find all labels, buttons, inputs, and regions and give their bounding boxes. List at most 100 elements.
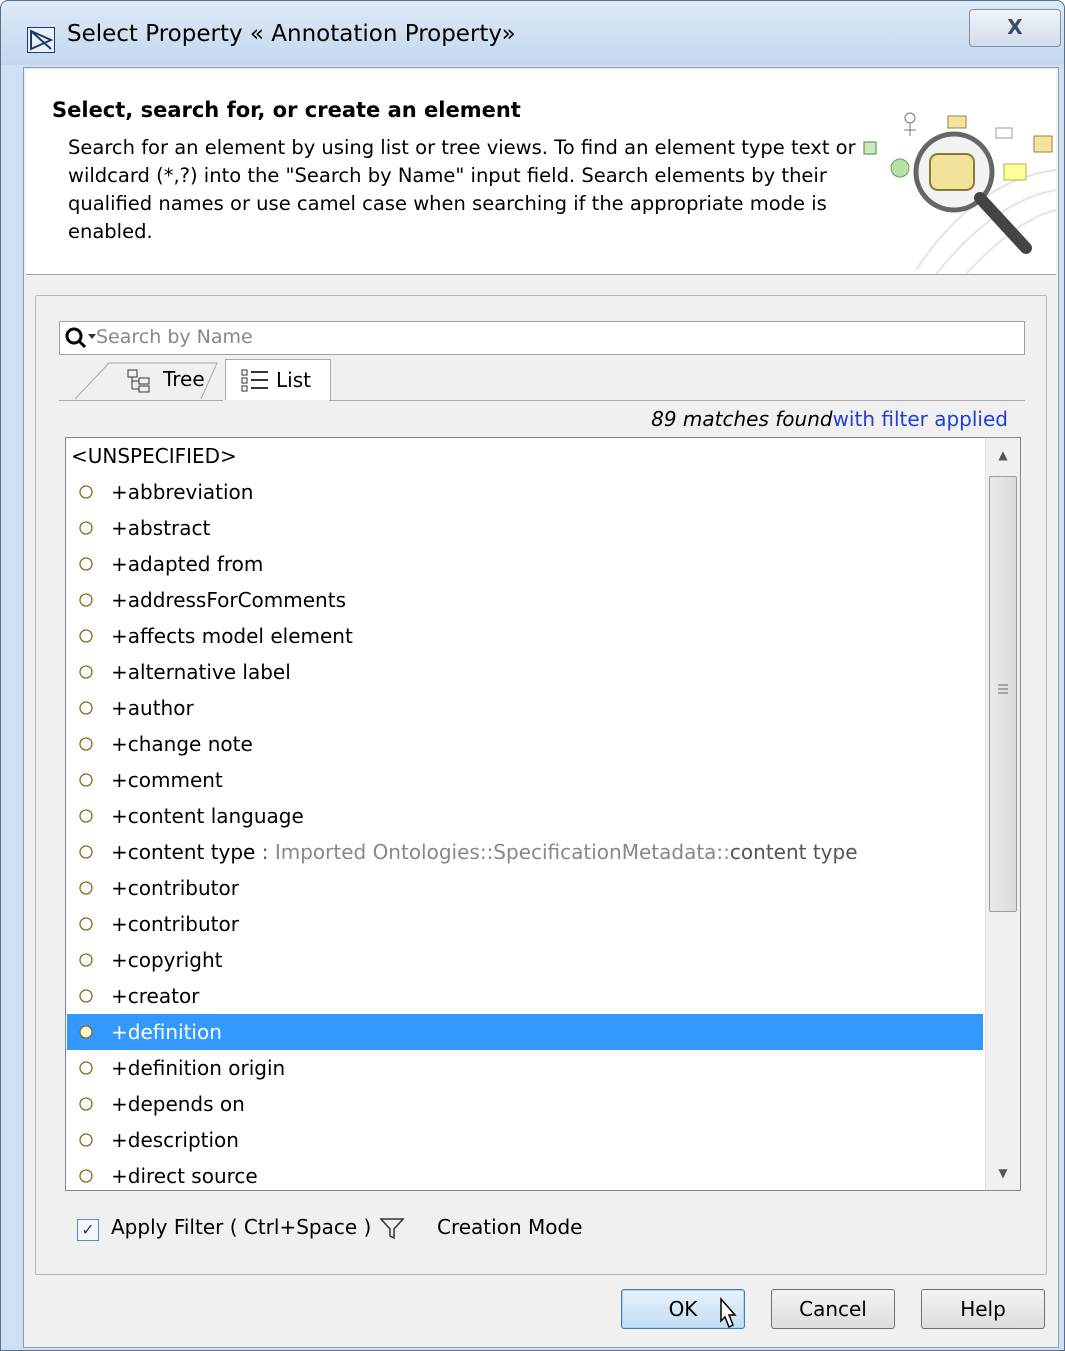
list-item[interactable]: +depends on [67, 1086, 983, 1122]
list-item-label: +alternative label [111, 660, 291, 684]
scroll-up-arrow-icon[interactable]: ▲ [986, 438, 1020, 472]
close-button[interactable]: X [969, 9, 1061, 47]
property-icon [79, 665, 93, 679]
qualified-type-separator: : [255, 840, 275, 864]
tabs-divider-left [59, 400, 223, 401]
property-icon [79, 917, 93, 931]
filter-funnel-icon[interactable] [379, 1217, 405, 1241]
tab-list-label: List [276, 368, 311, 392]
matches-count: 89 matches found [651, 407, 833, 431]
list-item[interactable]: <UNSPECIFIED> [67, 438, 983, 474]
close-icon: X [1007, 15, 1023, 39]
property-icon [79, 881, 93, 895]
list-item[interactable]: +definition origin [67, 1050, 983, 1086]
list-item[interactable]: +abstract [67, 510, 983, 546]
list-item[interactable]: +contributor [67, 906, 983, 942]
search-icon [64, 326, 98, 350]
list-item-label: +contributor [111, 876, 239, 900]
list-item[interactable]: +contributor [67, 870, 983, 906]
list-item[interactable]: +author [67, 690, 983, 726]
property-icon [79, 1061, 93, 1075]
list-item-label: +abstract [111, 516, 211, 540]
list-item[interactable]: +content language [67, 798, 983, 834]
list-item[interactable]: +creator [67, 978, 983, 1014]
list-item[interactable]: +comment [67, 762, 983, 798]
window-title: Select Property « Annotation Property» [67, 21, 516, 47]
property-icon [79, 593, 93, 607]
list-item[interactable]: +addressForComments [67, 582, 983, 618]
element-list[interactable]: <UNSPECIFIED> +abbreviation +abstract +adap… [65, 437, 1021, 1191]
list-item-label: +author [111, 696, 194, 720]
list-item-qualified-type: : Imported Ontologies::SpecificationMeta… [255, 840, 858, 864]
matches-status: 89 matches foundwith filter applied [651, 407, 1008, 431]
apply-filter-checkbox[interactable]: ✓ [77, 1219, 99, 1241]
list-item-label: +affects model element [111, 624, 353, 648]
property-icon [79, 1025, 93, 1039]
list-item-label: +direct source [111, 1164, 258, 1188]
tab-tree[interactable]: Tree [75, 361, 225, 400]
scroll-down-arrow-icon[interactable]: ▼ [986, 1156, 1020, 1190]
list-item[interactable]: +affects model element [67, 618, 983, 654]
scroll-thumb[interactable] [989, 476, 1017, 912]
vertical-scrollbar[interactable]: ▲ ▼ [985, 438, 1020, 1190]
property-icon [79, 557, 93, 571]
dialog-window: Select Property « Annotation Property» X… [0, 0, 1065, 1351]
property-icon [79, 521, 93, 535]
apply-filter-label[interactable]: Apply Filter ( Ctrl+Space ) [111, 1215, 371, 1239]
list-item[interactable]: +change note [67, 726, 983, 762]
list-item-label: +description [111, 1128, 239, 1152]
list-item[interactable]: +alternative label [67, 654, 983, 690]
property-icon [79, 845, 93, 859]
list-item[interactable]: +abbreviation [67, 474, 983, 510]
list-item-label: +definition origin [111, 1056, 286, 1080]
property-icon [79, 485, 93, 499]
list-item[interactable]: +direct source [67, 1158, 983, 1190]
header-title: Select, search for, or create an element [52, 98, 521, 122]
list-item-label: +contributor [111, 912, 239, 936]
list-item[interactable]: +description [67, 1122, 983, 1158]
property-icon [79, 1169, 93, 1183]
qualified-type-name: content type [729, 840, 858, 864]
tab-tree-label: Tree [163, 367, 205, 391]
list-item[interactable]: +adapted from [67, 546, 983, 582]
title-bar[interactable]: Select Property « Annotation Property» X [1, 1, 1064, 65]
list-item-text: +content type : Imported Ontologies::Spe… [111, 834, 858, 870]
list-item-label: +adapted from [111, 552, 264, 576]
property-icon [79, 773, 93, 787]
property-icon [79, 1097, 93, 1111]
app-icon [27, 27, 55, 53]
search-box[interactable] [59, 321, 1025, 355]
list-item-label: +change note [111, 732, 253, 756]
list-item-label: +abbreviation [111, 480, 254, 504]
list-item[interactable]: +copyright [67, 942, 983, 978]
list-item[interactable]: +definition [67, 1014, 983, 1050]
list-icon [240, 368, 270, 399]
property-icon [79, 1133, 93, 1147]
magnifier-illustration-icon [856, 80, 1057, 275]
property-icon [79, 989, 93, 1003]
list-item-label: +copyright [111, 948, 223, 972]
scroll-grip-icon [998, 684, 1008, 694]
creation-mode-label[interactable]: Creation Mode [437, 1215, 582, 1239]
list-item-label: +addressForComments [111, 588, 346, 612]
property-icon [79, 701, 93, 715]
list-item-label: +definition [111, 1020, 222, 1044]
search-input[interactable] [96, 324, 1016, 350]
list-item-label: +content language [111, 804, 304, 828]
header-panel: Select, search for, or create an element… [26, 70, 1057, 275]
tabs-divider-right [329, 400, 1025, 401]
cancel-button[interactable]: Cancel [771, 1289, 895, 1329]
tab-list[interactable]: List [225, 359, 331, 400]
list-item-label: +depends on [111, 1092, 245, 1116]
property-icon [79, 953, 93, 967]
mouse-cursor-icon [720, 1297, 737, 1329]
header-description: Search for an element by using list or t… [68, 136, 856, 243]
list-item-label: <UNSPECIFIED> [71, 444, 237, 468]
help-button[interactable]: Help [921, 1289, 1045, 1329]
list-item-label: +content type [111, 840, 256, 864]
list-item[interactable]: +content type : Imported Ontologies::Spe… [67, 834, 983, 870]
property-icon [79, 629, 93, 643]
filter-applied-link[interactable]: with filter applied [833, 407, 1008, 431]
list-item-label: +creator [111, 984, 200, 1008]
property-icon [79, 809, 93, 823]
